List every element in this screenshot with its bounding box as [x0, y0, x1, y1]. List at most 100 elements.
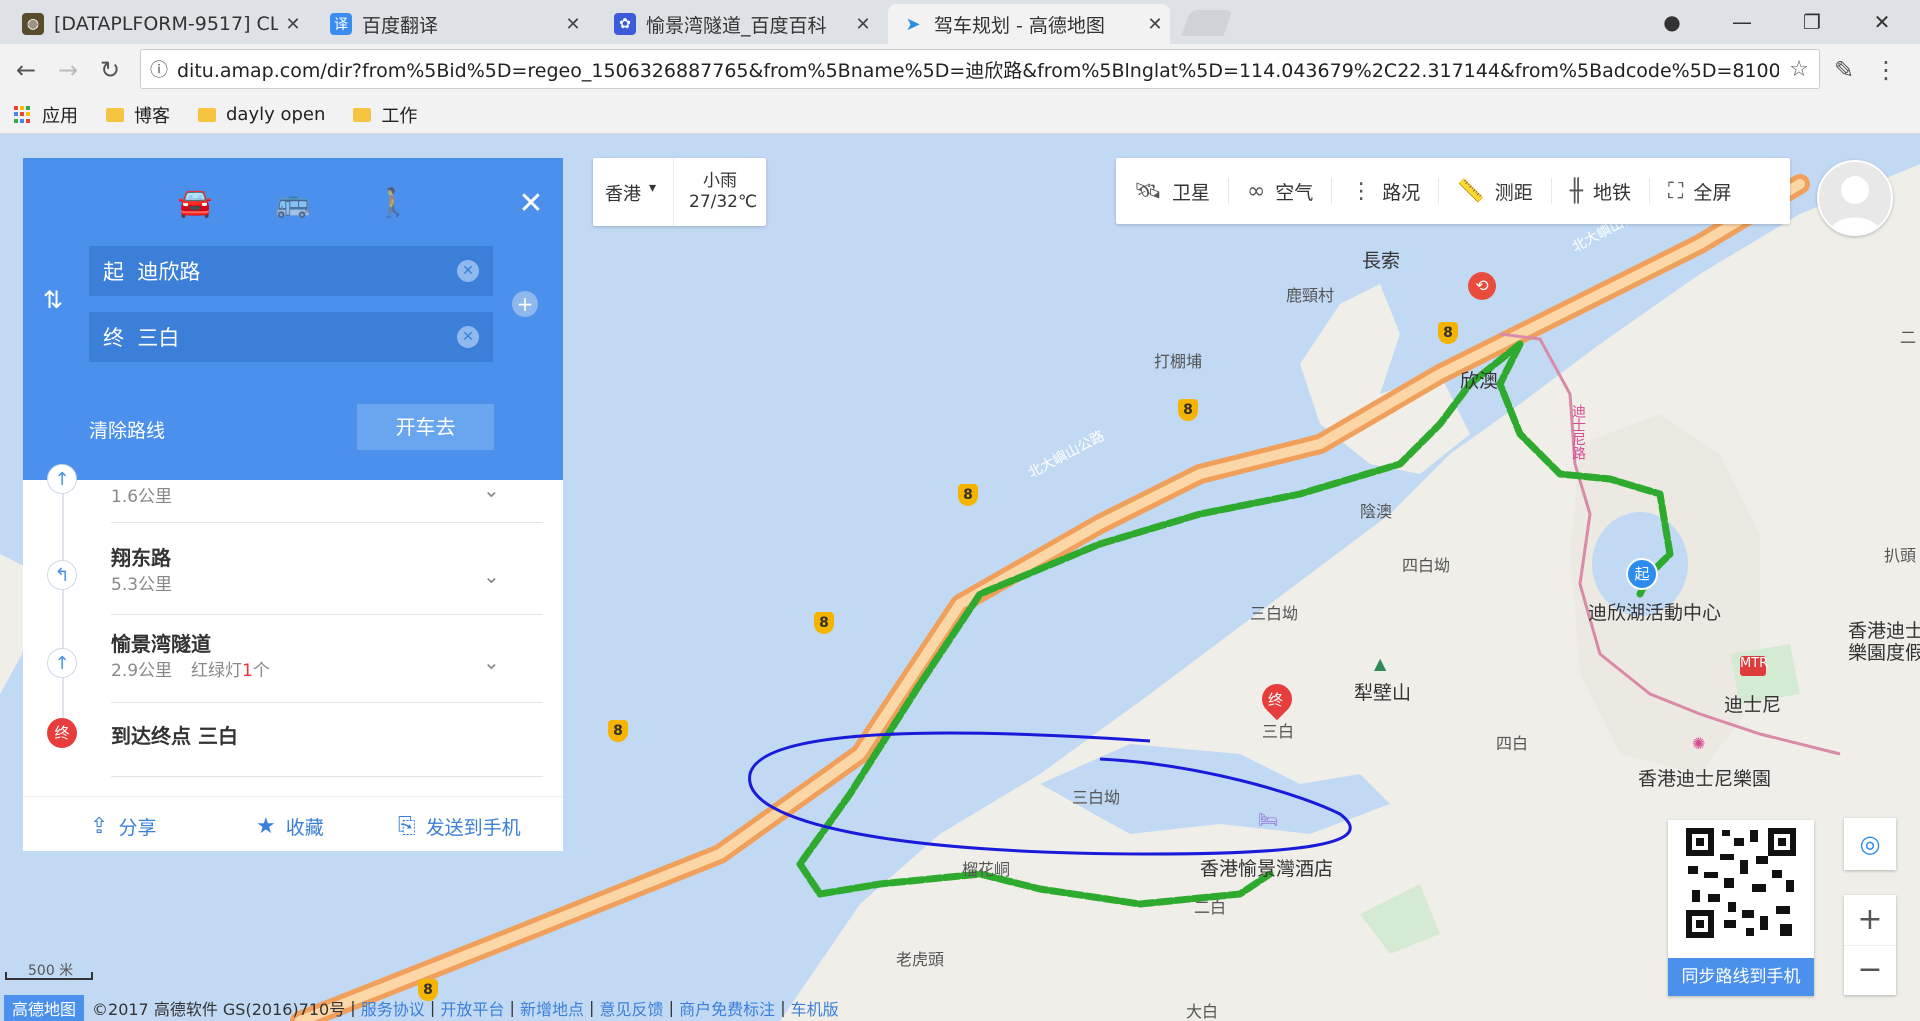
- arrive-label: 到达终点 三白: [111, 724, 238, 748]
- info-icon[interactable]: ⓘ: [141, 56, 177, 82]
- tab-title: 愉景湾隧道_百度百科: [646, 14, 827, 37]
- fullscreen-tool[interactable]: ⛶ 全屏: [1650, 178, 1749, 204]
- close-window-button[interactable]: ✕: [1862, 6, 1902, 38]
- resort-station-icon[interactable]: ⟲: [1468, 272, 1496, 300]
- bookmark-star-icon[interactable]: ☆: [1779, 57, 1819, 82]
- traffic-light-prefix: 红绿灯: [191, 661, 242, 681]
- tab-translate[interactable]: 译 百度翻译 ✕: [316, 4, 588, 44]
- forward-button[interactable]: →: [52, 54, 84, 86]
- locate-button[interactable]: ◎: [1844, 818, 1896, 870]
- end-badge: 终: [47, 718, 77, 748]
- road-label-disney: 迪士尼路: [1570, 404, 1586, 460]
- profile-icon[interactable]: ●: [1652, 6, 1692, 38]
- apps-grid-icon: [14, 105, 32, 124]
- qr-caption[interactable]: 同步路线到手机: [1668, 958, 1814, 996]
- close-icon[interactable]: ✕: [1140, 14, 1170, 35]
- route-panel-header: 🚘 🚌 🚶 ✕ ⇅ 起 迪欣路 ✕ 终 三白 ✕ + 清除路线 开车去: [23, 158, 563, 480]
- measure-tool[interactable]: 📏 测距: [1439, 178, 1552, 204]
- add-waypoint-button[interactable]: +: [512, 291, 538, 317]
- bookmark-work[interactable]: 工作: [353, 102, 417, 128]
- qr-code-panel[interactable]: 同步路线到手机: [1668, 820, 1814, 996]
- chevron-down-icon[interactable]: ▾: [649, 180, 656, 196]
- air-tool[interactable]: ∞ 空气: [1229, 178, 1333, 204]
- clear-end-icon[interactable]: ✕: [457, 326, 479, 348]
- step-road-name: 翔东路: [111, 546, 171, 570]
- start-input[interactable]: 起 迪欣路 ✕: [89, 246, 493, 296]
- footer-link-car-version[interactable]: 车机版: [791, 996, 839, 1020]
- chevron-down-icon[interactable]: ⌄: [483, 650, 500, 674]
- place-label: 長索: [1362, 250, 1401, 272]
- end-input[interactable]: 终 三白 ✕: [89, 312, 493, 362]
- close-icon[interactable]: ✕: [558, 14, 588, 35]
- place-label: 欣澳: [1460, 370, 1499, 392]
- folder-icon: [353, 107, 372, 122]
- place-label: 打棚埔: [1154, 352, 1203, 371]
- start-value: 迪欣路: [137, 260, 201, 284]
- bookmark-blog[interactable]: 博客: [106, 102, 170, 128]
- share-button[interactable]: ⇪ 分享: [90, 813, 156, 840]
- traffic-light-info: 红绿灯1个: [191, 656, 270, 681]
- footer-link-merchant[interactable]: 商户免费标注: [679, 996, 775, 1020]
- new-tab-button[interactable]: [1181, 10, 1233, 36]
- menu-icon[interactable]: ⋮: [1870, 54, 1902, 86]
- close-panel-button[interactable]: ✕: [509, 186, 553, 226]
- share-icon: ⇪: [90, 814, 109, 839]
- footer-link-feedback[interactable]: 意见反馈: [600, 996, 664, 1020]
- subway-icon: ╫: [1569, 178, 1583, 204]
- footer-link-terms[interactable]: 服务协议: [361, 996, 425, 1020]
- place-label: 大白: [1186, 1002, 1219, 1021]
- satellite-tool[interactable]: 🛰 卫星: [1116, 178, 1229, 204]
- favorite-label: 收藏: [285, 817, 324, 839]
- clear-start-icon[interactable]: ✕: [457, 260, 479, 282]
- close-icon[interactable]: ✕: [848, 14, 878, 35]
- region-select[interactable]: 香港: [605, 180, 641, 206]
- walk-mode-icon[interactable]: 🚶: [371, 186, 415, 226]
- restore-button[interactable]: ❐: [1792, 6, 1832, 38]
- zoom-in-button[interactable]: +: [1844, 895, 1896, 946]
- car-mode-icon[interactable]: 🚘: [173, 186, 217, 226]
- reload-button[interactable]: ↻: [94, 54, 126, 86]
- place-label: 扒頭: [1884, 546, 1917, 565]
- footer-link-add-place[interactable]: 新增地点: [520, 996, 584, 1020]
- evernote-extension-icon[interactable]: ✎: [1828, 54, 1860, 86]
- back-button[interactable]: ←: [10, 54, 42, 86]
- folder-icon: [106, 107, 124, 122]
- tab-jira[interactable]: ◍ [DATAPLFORM-9517] CLC ✕: [8, 4, 308, 44]
- route-steps-panel: ↑ 1.6公里 ⌄ ↰ 翔东路 5.3公里 ⌄ ↑ 愉景湾隧道 2.9公里 红绿…: [23, 464, 563, 851]
- footer-link-open-platform[interactable]: 开放平台: [440, 996, 504, 1020]
- close-icon[interactable]: ✕: [278, 14, 308, 35]
- highway-8-badge: 8: [1438, 322, 1458, 344]
- traffic-tool[interactable]: ⋮ 路况: [1332, 178, 1440, 204]
- chevron-down-icon[interactable]: ⌄: [483, 478, 500, 502]
- highway-8-badge: 8: [608, 720, 628, 742]
- tool-label: 全屏: [1693, 181, 1732, 204]
- end-prefix: 终: [103, 326, 124, 350]
- bus-mode-icon[interactable]: 🚌: [271, 186, 315, 226]
- place-label: 香港愉景灣酒店: [1200, 858, 1334, 880]
- air-icon: ∞: [1246, 178, 1266, 204]
- subway-tool[interactable]: ╫ 地铁: [1552, 178, 1650, 204]
- send-to-phone-button[interactable]: ⎘ 发送到手机: [398, 813, 521, 840]
- ferris-wheel-icon: ✺: [1692, 734, 1706, 753]
- minimize-button[interactable]: —: [1722, 6, 1762, 38]
- weather-condition: 小雨: [703, 171, 737, 191]
- url-text[interactable]: ditu.amap.com/dir?from%5Bid%5D=regeo_150…: [177, 56, 1779, 83]
- bookmark-apps[interactable]: 应用: [14, 102, 78, 128]
- favorite-button[interactable]: ★ 收藏: [256, 813, 324, 840]
- clear-route-button[interactable]: 清除路线: [89, 416, 165, 443]
- bookmark-daily-open[interactable]: dayly open: [198, 104, 325, 125]
- tab-baike[interactable]: ✿ 愉景湾隧道_百度百科 ✕: [600, 4, 878, 44]
- start-pin[interactable]: 起: [1626, 558, 1658, 590]
- tab-amap[interactable]: ➤ 驾车规划 - 高德地图 ✕: [888, 4, 1170, 44]
- locate-icon: ◎: [1859, 830, 1881, 858]
- traffic-light-count: 1: [242, 661, 253, 681]
- start-driving-button[interactable]: 开车去: [357, 404, 494, 450]
- address-bar[interactable]: ⓘ ditu.amap.com/dir?from%5Bid%5D=regeo_1…: [140, 49, 1820, 89]
- swap-icon[interactable]: ⇅: [43, 286, 63, 314]
- chevron-down-icon[interactable]: ⌄: [483, 564, 500, 588]
- user-avatar[interactable]: [1817, 160, 1893, 236]
- zoom-out-button[interactable]: −: [1844, 946, 1896, 996]
- place-label: 三白坳: [1250, 604, 1299, 623]
- turn-left-icon: ↰: [47, 560, 77, 590]
- weather-widget[interactable]: 香港 ▾ 小雨 27/32℃: [593, 158, 766, 226]
